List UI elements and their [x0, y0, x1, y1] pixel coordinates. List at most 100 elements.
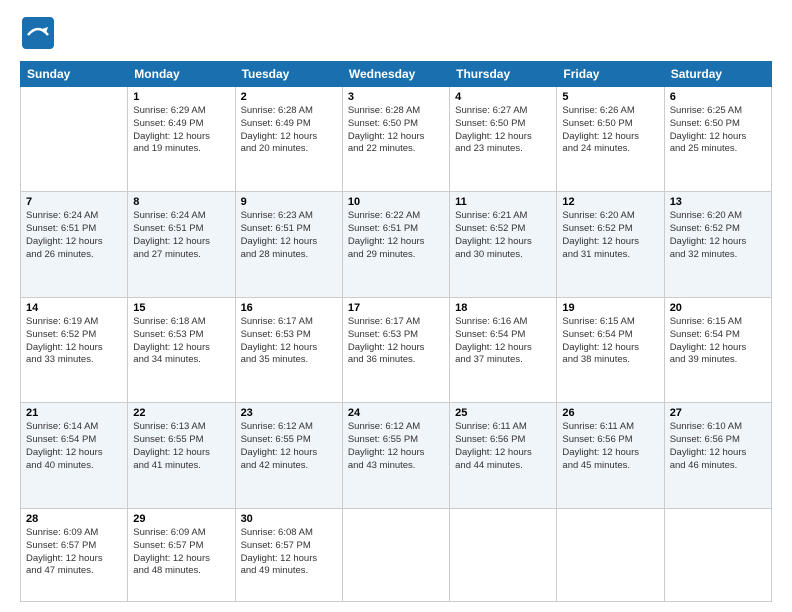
logo [20, 15, 56, 51]
cell-day-number: 5 [562, 91, 658, 103]
cell-day-number: 20 [670, 302, 766, 314]
calendar-cell: 25Sunrise: 6:11 AM Sunset: 6:56 PM Dayli… [450, 403, 557, 508]
calendar-cell: 4 Sunrise: 6:27 AM Sunset: 6:50 PM Daylig… [450, 87, 557, 192]
cell-info: Sunrise: 6:18 AM Sunset: 6:53 PM Dayligh… [133, 316, 229, 367]
page: SundayMondayTuesdayWednesdayThursdayFrid… [0, 0, 792, 612]
col-sunday: Sunday [21, 62, 128, 87]
cell-day-number: 26 [562, 407, 658, 419]
calendar-cell [450, 508, 557, 601]
cell-day-number: 3 [348, 91, 444, 103]
cell-info: Sunrise: 6:10 AM Sunset: 6:56 PM Dayligh… [670, 421, 766, 472]
week-row-5: 28 Sunrise: 6:09 AM Sunset: 6:57 PM Dayli… [21, 508, 772, 601]
calendar-cell [21, 87, 128, 192]
calendar-cell [664, 508, 771, 601]
calendar-cell: 17 Sunrise: 6:17 AM Sunset: 6:53 PM Dayli… [342, 297, 449, 402]
cell-info: Sunrise: 6:09 AM Sunset: 6:57 PM Dayligh… [133, 527, 229, 578]
cell-day-number: 8 [133, 196, 229, 208]
cell-info: Sunrise: 6:08 AM Sunset: 6:57 PM Dayligh… [241, 527, 337, 578]
calendar-cell: 22 Sunrise: 6:13 AM Sunset: 6:55 PM Dayli… [128, 403, 235, 508]
cell-info: Sunrise: 6:12 AM Sunset: 6:55 PM Dayligh… [241, 421, 337, 472]
col-wednesday: Wednesday [342, 62, 449, 87]
cell-day-number: 28 [26, 513, 122, 525]
cell-day-number: 12 [562, 196, 658, 208]
week-row-3: 14 Sunrise: 6:19 AM Sunset: 6:52 PM Dayli… [21, 297, 772, 402]
calendar-cell: 8 Sunrise: 6:24 AM Sunset: 6:51 PM Daylig… [128, 192, 235, 297]
cell-info: Sunrise: 6:21 AM Sunset: 6:52 PM Dayligh… [455, 210, 551, 261]
calendar-cell: 7 Sunrise: 6:24 AM Sunset: 6:51 PM Daylig… [21, 192, 128, 297]
cell-day-number: 15 [133, 302, 229, 314]
cell-day-number: 6 [670, 91, 766, 103]
calendar-cell: 10 Sunrise: 6:22 AM Sunset: 6:51 PM Dayli… [342, 192, 449, 297]
cell-info: Sunrise: 6:13 AM Sunset: 6:55 PM Dayligh… [133, 421, 229, 472]
calendar-cell: 21Sunrise: 6:14 AM Sunset: 6:54 PM Dayli… [21, 403, 128, 508]
col-thursday: Thursday [450, 62, 557, 87]
cell-day-number: 9 [241, 196, 337, 208]
calendar-cell: 1 Sunrise: 6:29 AM Sunset: 6:49 PM Daylig… [128, 87, 235, 192]
col-tuesday: Tuesday [235, 62, 342, 87]
cell-info: Sunrise: 6:28 AM Sunset: 6:49 PM Dayligh… [241, 105, 337, 156]
cell-info: Sunrise: 6:12 AM Sunset: 6:55 PM Dayligh… [348, 421, 444, 472]
calendar-cell: 9 Sunrise: 6:23 AM Sunset: 6:51 PM Daylig… [235, 192, 342, 297]
cell-info: Sunrise: 6:24 AM Sunset: 6:51 PM Dayligh… [133, 210, 229, 261]
cell-day-number: 30 [241, 513, 337, 525]
col-friday: Friday [557, 62, 664, 87]
calendar-cell: 30 Sunrise: 6:08 AM Sunset: 6:57 PM Dayli… [235, 508, 342, 601]
calendar-cell: 18 Sunrise: 6:16 AM Sunset: 6:54 PM Dayli… [450, 297, 557, 402]
cell-day-number: 7 [26, 196, 122, 208]
cell-day-number: 11 [455, 196, 551, 208]
cell-day-number: 13 [670, 196, 766, 208]
col-monday: Monday [128, 62, 235, 87]
cell-info: Sunrise: 6:29 AM Sunset: 6:49 PM Dayligh… [133, 105, 229, 156]
cell-info: Sunrise: 6:26 AM Sunset: 6:50 PM Dayligh… [562, 105, 658, 156]
cell-day-number: 4 [455, 91, 551, 103]
week-row-4: 21Sunrise: 6:14 AM Sunset: 6:54 PM Dayli… [21, 403, 772, 508]
calendar-cell: 15 Sunrise: 6:18 AM Sunset: 6:53 PM Dayli… [128, 297, 235, 402]
cell-info: Sunrise: 6:11 AM Sunset: 6:56 PM Dayligh… [562, 421, 658, 472]
calendar-cell: 12 Sunrise: 6:20 AM Sunset: 6:52 PM Dayli… [557, 192, 664, 297]
calendar-cell: 11 Sunrise: 6:21 AM Sunset: 6:52 PM Dayli… [450, 192, 557, 297]
cell-day-number: 14 [26, 302, 122, 314]
cell-info: Sunrise: 6:20 AM Sunset: 6:52 PM Dayligh… [670, 210, 766, 261]
cell-day-number: 2 [241, 91, 337, 103]
calendar-cell: 20 Sunrise: 6:15 AM Sunset: 6:54 PM Dayli… [664, 297, 771, 402]
cell-info: Sunrise: 6:11 AM Sunset: 6:56 PM Dayligh… [455, 421, 551, 472]
cell-day-number: 29 [133, 513, 229, 525]
calendar-cell: 26 Sunrise: 6:11 AM Sunset: 6:56 PM Dayli… [557, 403, 664, 508]
calendar-cell: 29 Sunrise: 6:09 AM Sunset: 6:57 PM Dayli… [128, 508, 235, 601]
calendar-cell: 16 Sunrise: 6:17 AM Sunset: 6:53 PM Dayli… [235, 297, 342, 402]
cell-info: Sunrise: 6:16 AM Sunset: 6:54 PM Dayligh… [455, 316, 551, 367]
cell-day-number: 10 [348, 196, 444, 208]
cell-info: Sunrise: 6:09 AM Sunset: 6:57 PM Dayligh… [26, 527, 122, 578]
cell-day-number: 24 [348, 407, 444, 419]
cell-info: Sunrise: 6:22 AM Sunset: 6:51 PM Dayligh… [348, 210, 444, 261]
cell-day-number: 21 [26, 407, 122, 419]
calendar-cell: 6Sunrise: 6:25 AM Sunset: 6:50 PM Daylig… [664, 87, 771, 192]
calendar-cell: 13 Sunrise: 6:20 AM Sunset: 6:52 PM Dayli… [664, 192, 771, 297]
cell-info: Sunrise: 6:19 AM Sunset: 6:52 PM Dayligh… [26, 316, 122, 367]
cell-info: Sunrise: 6:20 AM Sunset: 6:52 PM Dayligh… [562, 210, 658, 261]
calendar-cell: 23 Sunrise: 6:12 AM Sunset: 6:55 PM Dayli… [235, 403, 342, 508]
cell-day-number: 19 [562, 302, 658, 314]
cell-info: Sunrise: 6:15 AM Sunset: 6:54 PM Dayligh… [670, 316, 766, 367]
header [20, 15, 772, 51]
cell-day-number: 17 [348, 302, 444, 314]
cell-day-number: 1 [133, 91, 229, 103]
calendar-cell: 28 Sunrise: 6:09 AM Sunset: 6:57 PM Dayli… [21, 508, 128, 601]
cell-day-number: 18 [455, 302, 551, 314]
cell-info: Sunrise: 6:24 AM Sunset: 6:51 PM Dayligh… [26, 210, 122, 261]
cell-day-number: 22 [133, 407, 229, 419]
logo-icon [20, 15, 56, 51]
header-row: SundayMondayTuesdayWednesdayThursdayFrid… [21, 62, 772, 87]
week-row-2: 7 Sunrise: 6:24 AM Sunset: 6:51 PM Daylig… [21, 192, 772, 297]
cell-info: Sunrise: 6:28 AM Sunset: 6:50 PM Dayligh… [348, 105, 444, 156]
cell-info: Sunrise: 6:23 AM Sunset: 6:51 PM Dayligh… [241, 210, 337, 261]
calendar-cell: 14 Sunrise: 6:19 AM Sunset: 6:52 PM Dayli… [21, 297, 128, 402]
week-row-1: 1 Sunrise: 6:29 AM Sunset: 6:49 PM Daylig… [21, 87, 772, 192]
calendar-cell: 24 Sunrise: 6:12 AM Sunset: 6:55 PM Dayli… [342, 403, 449, 508]
cell-day-number: 16 [241, 302, 337, 314]
cell-info: Sunrise: 6:17 AM Sunset: 6:53 PM Dayligh… [348, 316, 444, 367]
cell-info: Sunrise: 6:17 AM Sunset: 6:53 PM Dayligh… [241, 316, 337, 367]
cell-info: Sunrise: 6:15 AM Sunset: 6:54 PM Dayligh… [562, 316, 658, 367]
cell-day-number: 23 [241, 407, 337, 419]
cell-info: Sunrise: 6:27 AM Sunset: 6:50 PM Dayligh… [455, 105, 551, 156]
